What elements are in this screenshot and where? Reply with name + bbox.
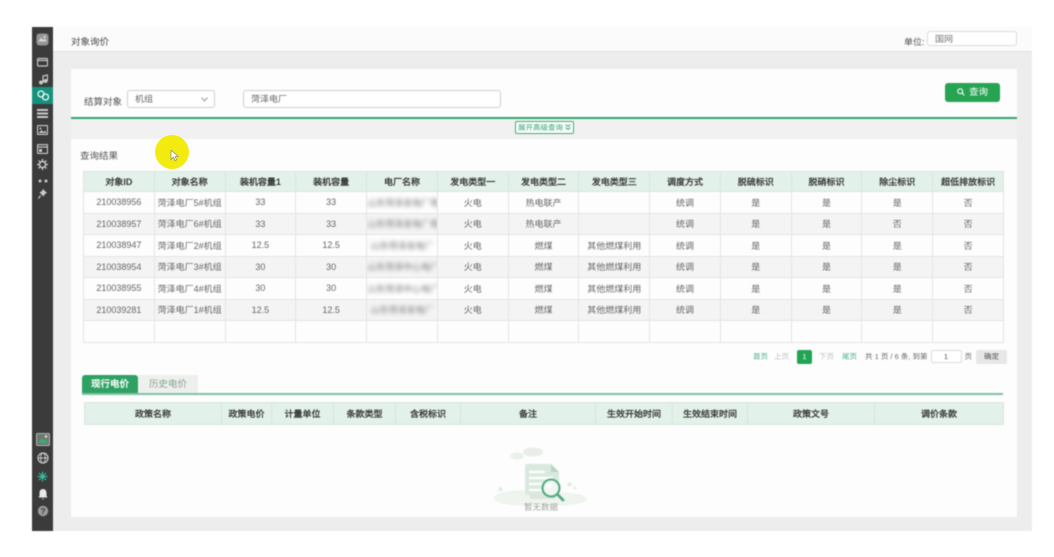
svg-text:?: ? — [40, 506, 45, 516]
